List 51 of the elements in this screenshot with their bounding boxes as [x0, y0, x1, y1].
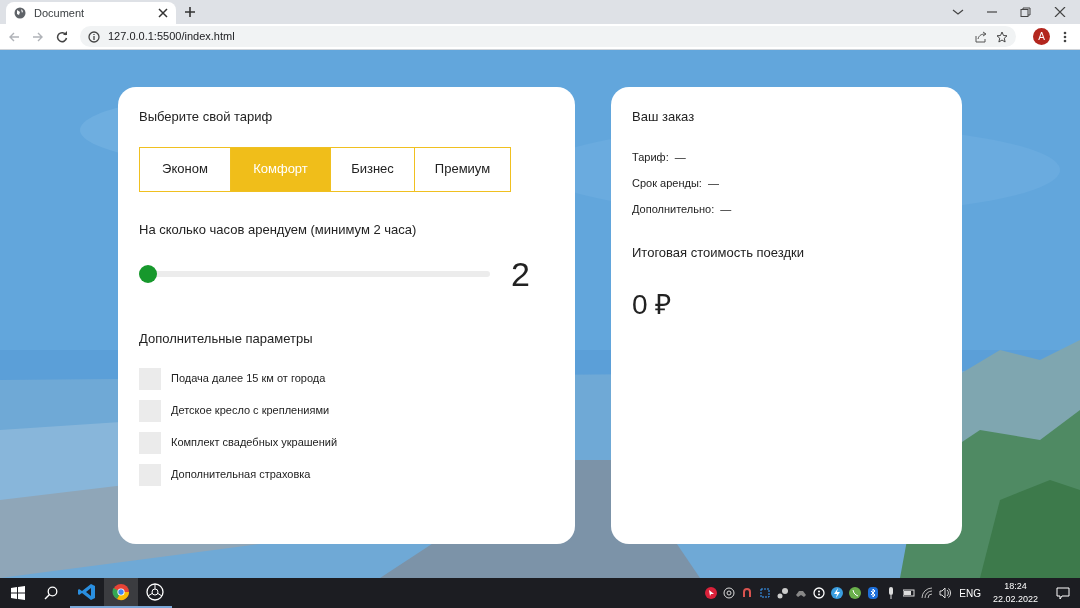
- notification-icon[interactable]: [1056, 586, 1070, 600]
- reload-icon[interactable]: [56, 30, 68, 43]
- clock-date[interactable]: 22.02.2022: [992, 593, 1038, 606]
- slider[interactable]: [139, 265, 490, 283]
- browser-tab[interactable]: Document: [6, 2, 176, 24]
- search-icon[interactable]: [44, 586, 58, 600]
- share-icon[interactable]: [975, 30, 988, 43]
- clock-time[interactable]: 18:24: [1004, 580, 1027, 593]
- battery-icon[interactable]: [903, 587, 916, 599]
- language-indicator[interactable]: ENG: [959, 585, 981, 601]
- total-price: 0 ₽: [632, 288, 673, 322]
- speaker-icon[interactable]: [939, 587, 952, 599]
- aperture-icon[interactable]: [723, 587, 736, 599]
- tab-title: Document: [34, 5, 86, 21]
- section-heading: Ваш заказ: [632, 108, 696, 126]
- slider-thumb[interactable]: [139, 265, 157, 283]
- crop-icon[interactable]: [759, 587, 772, 599]
- aperture-icon: [146, 583, 164, 601]
- checkbox-label: Дополнительная страховка: [171, 467, 311, 483]
- globe-icon: [14, 7, 26, 19]
- close-icon[interactable]: [158, 8, 168, 18]
- info-icon: [88, 30, 100, 43]
- magnet-icon[interactable]: [741, 587, 754, 599]
- checkbox-label: Подача далее 15 км от города: [171, 371, 326, 387]
- restore-icon[interactable]: [1020, 7, 1032, 17]
- wifi-icon[interactable]: [921, 587, 934, 599]
- order-line: Срок аренды: —: [632, 175, 719, 190]
- order-line: Дополнительно: —: [632, 201, 732, 216]
- cursor-icon[interactable]: [705, 587, 718, 599]
- chevron-down-icon[interactable]: [952, 7, 964, 17]
- close-icon[interactable]: [1054, 7, 1066, 17]
- more-icon[interactable]: [1063, 31, 1067, 43]
- browser-icon: [112, 583, 130, 601]
- star-icon[interactable]: [996, 30, 1008, 43]
- section-heading: На сколько часов арендуем (минимум 2 часа): [139, 220, 418, 239]
- checkbox-label: Комплект свадебных украшений: [171, 435, 338, 451]
- bluetooth-icon[interactable]: [867, 587, 880, 599]
- plus-icon[interactable]: [184, 6, 196, 18]
- checkbox-label: Детское кресло с креплениями: [171, 403, 330, 419]
- section-heading: Выберите свой тариф: [139, 108, 274, 126]
- order-line: Тариф: —: [632, 149, 686, 164]
- section-heading: Итоговая стоимость поездки: [632, 243, 805, 262]
- section-heading: Дополнительные параметры: [139, 330, 314, 348]
- phone-icon[interactable]: [849, 587, 862, 599]
- code-editor-icon: [78, 583, 96, 601]
- bolt-icon[interactable]: [831, 587, 844, 599]
- hours-value: 2: [511, 257, 530, 291]
- url-text: 127.0.0.1:5500/index.html: [108, 29, 236, 45]
- address-bar[interactable]: 127.0.0.1:5500/index.html: [80, 26, 1016, 47]
- taskbar-app[interactable]: [104, 578, 138, 608]
- windows-icon[interactable]: [11, 586, 25, 600]
